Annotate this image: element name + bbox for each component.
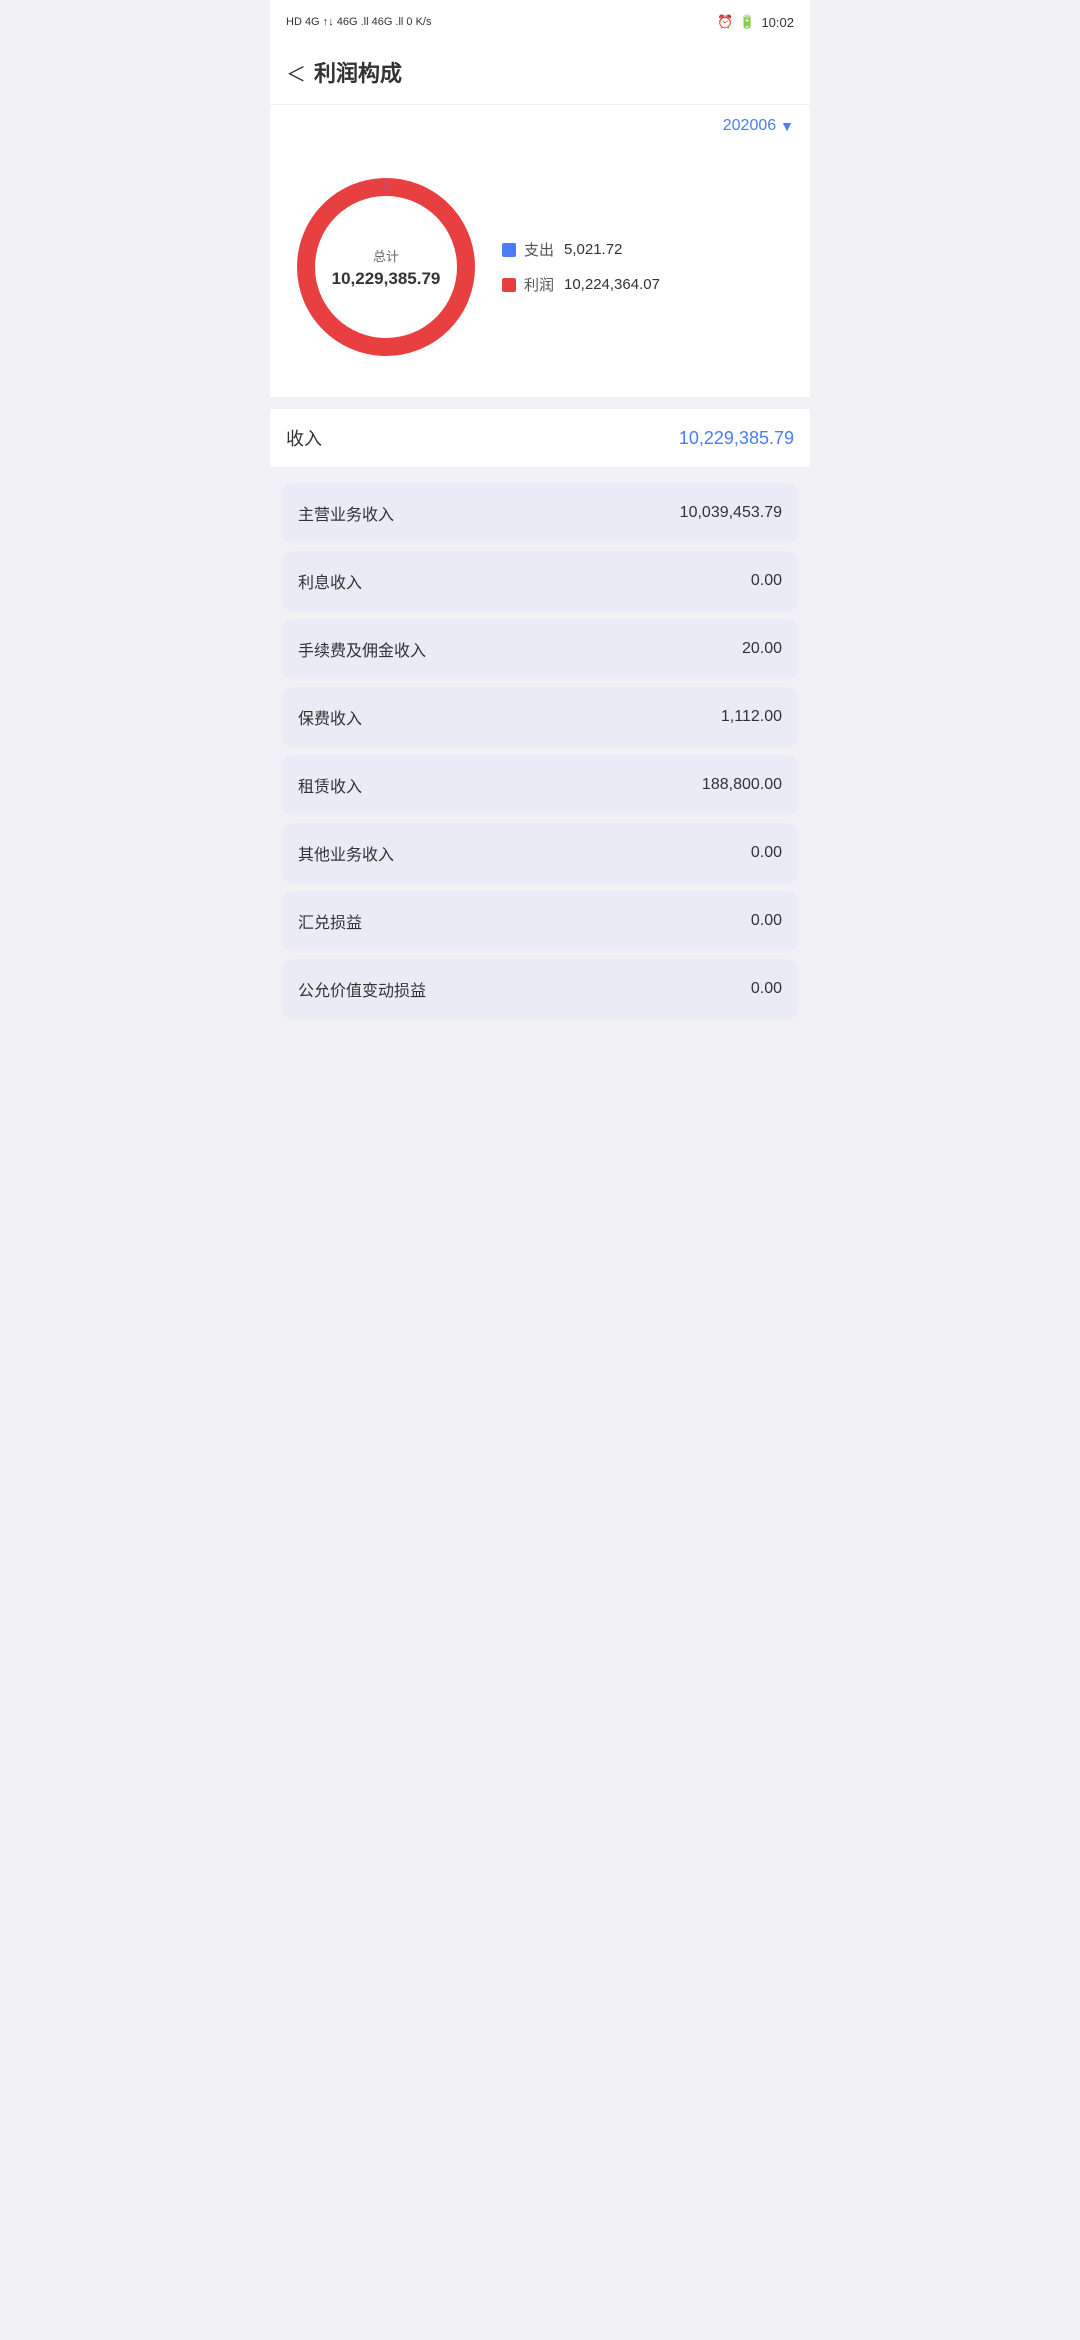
chevron-down-icon[interactable]: ▼ [780, 118, 794, 134]
legend-item-expense: 支出 5,021.72 [502, 239, 794, 260]
list-item-name: 公允价值变动损益 [298, 977, 426, 1001]
list-item-name: 利息收入 [298, 569, 362, 593]
header: ＜ 利润构成 [270, 44, 810, 105]
status-left: HD 4G ↑↓ 46G .ll 46G .ll 0 K/s [286, 16, 432, 28]
date-value[interactable]: 202006 [723, 117, 776, 135]
list-item[interactable]: 公允价值变动损益 0.00 [282, 959, 798, 1019]
chart-section: 总计 10,229,385.79 支出 5,021.72 利润 10,224,3… [270, 147, 810, 397]
back-button[interactable]: ＜ [286, 58, 306, 87]
income-label: 收入 [286, 425, 322, 451]
list-item-value: 1,112.00 [721, 708, 782, 726]
list-item-value: 10,039,453.79 [680, 504, 782, 522]
list-item[interactable]: 利息收入 0.00 [282, 551, 798, 611]
income-list: 主营业务收入 10,039,453.79 利息收入 0.00 手续费及佣金收入 … [270, 467, 810, 1035]
list-item[interactable]: 手续费及佣金收入 20.00 [282, 619, 798, 679]
list-item-value: 0.00 [751, 912, 782, 930]
status-bar: HD 4G ↑↓ 46G .ll 46G .ll 0 K/s ⏰ 🔋 10:02 [270, 0, 810, 44]
list-item-name: 主营业务收入 [298, 501, 394, 525]
list-item[interactable]: 汇兑损益 0.00 [282, 891, 798, 951]
legend-dot-expense [502, 243, 516, 257]
income-section: 收入 10,229,385.79 [270, 409, 810, 467]
income-header: 收入 10,229,385.79 [286, 425, 794, 451]
status-icons: HD 4G ↑↓ 46G .ll 46G .ll 0 K/s [286, 16, 432, 28]
legend-dot-profit [502, 278, 516, 292]
alarm-icon: ⏰ [717, 14, 733, 30]
list-item-value: 188,800.00 [702, 776, 782, 794]
date-selector[interactable]: 202006 ▼ [270, 105, 810, 147]
section-divider [270, 397, 810, 409]
donut-chart: 总计 10,229,385.79 [286, 167, 486, 367]
list-item-name: 其他业务收入 [298, 841, 394, 865]
donut-label: 总计 [332, 246, 441, 265]
page-title: 利润构成 [314, 56, 402, 88]
list-item[interactable]: 保费收入 1,112.00 [282, 687, 798, 747]
battery-icon: 🔋 [739, 14, 755, 30]
time-display: 10:02 [761, 15, 794, 30]
legend-name-expense: 支出 [524, 239, 556, 260]
status-right: ⏰ 🔋 10:02 [717, 14, 794, 30]
list-item-value: 0.00 [751, 980, 782, 998]
list-item[interactable]: 租赁收入 188,800.00 [282, 755, 798, 815]
list-item-value: 20.00 [742, 640, 782, 658]
income-total: 10,229,385.79 [679, 428, 794, 449]
legend-amount-profit: 10,224,364.07 [564, 276, 660, 293]
donut-center: 总计 10,229,385.79 [332, 246, 441, 289]
donut-value: 10,229,385.79 [332, 269, 441, 289]
chart-legend: 支出 5,021.72 利润 10,224,364.07 [486, 239, 794, 295]
list-item[interactable]: 主营业务收入 10,039,453.79 [282, 483, 798, 543]
legend-name-profit: 利润 [524, 274, 556, 295]
list-item-name: 汇兑损益 [298, 909, 362, 933]
list-item-name: 保费收入 [298, 705, 362, 729]
legend-amount-expense: 5,021.72 [564, 241, 622, 258]
legend-item-profit: 利润 10,224,364.07 [502, 274, 794, 295]
list-item-name: 租赁收入 [298, 773, 362, 797]
list-item-name: 手续费及佣金收入 [298, 637, 426, 661]
list-item-value: 0.00 [751, 844, 782, 862]
list-item[interactable]: 其他业务收入 0.00 [282, 823, 798, 883]
list-item-value: 0.00 [751, 572, 782, 590]
